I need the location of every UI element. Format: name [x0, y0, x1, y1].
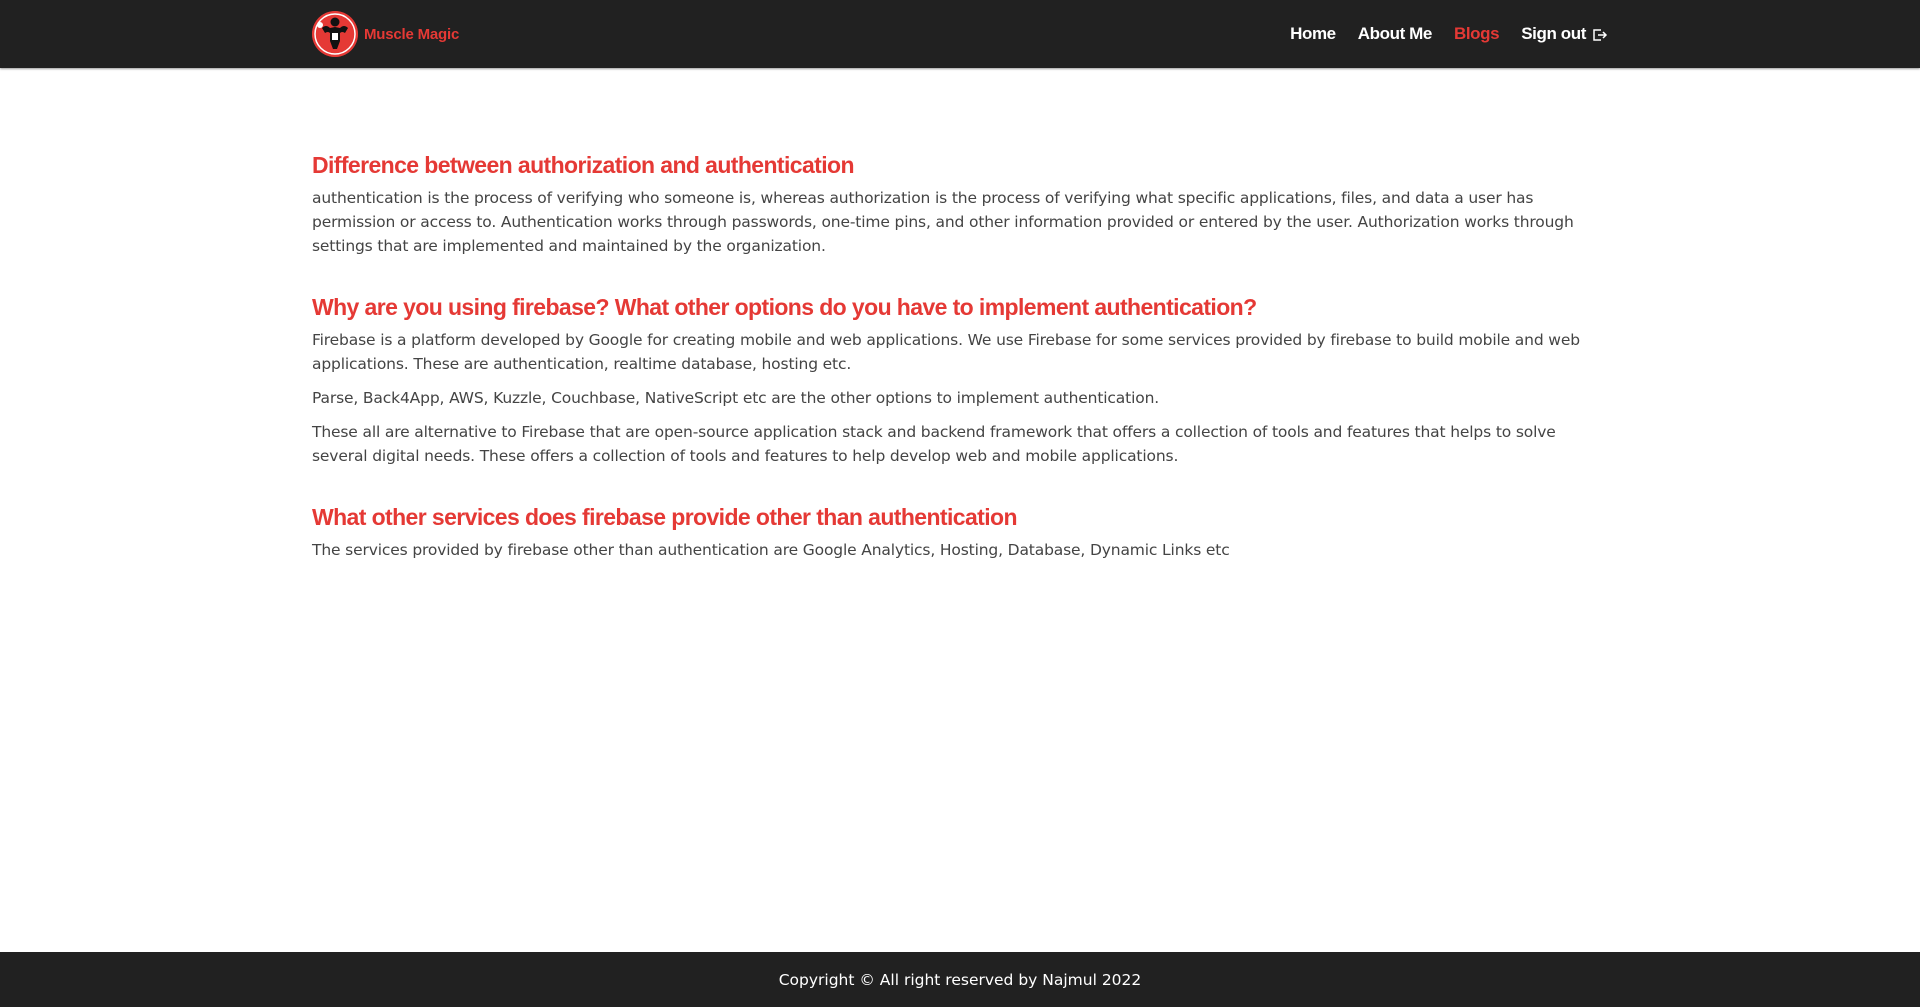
section-paragraph: Parse, Back4App, AWS, Kuzzle, Couchbase,…: [312, 389, 1160, 407]
brand-link[interactable]: Muscle Magic: [312, 11, 459, 57]
nav-blogs-link[interactable]: Blogs: [1454, 24, 1500, 44]
blog-section: Difference between authorization and aut…: [312, 150, 1608, 258]
blog-content: Difference between authorization and aut…: [312, 150, 1608, 596]
brand-name: Muscle Magic: [364, 25, 460, 43]
section-paragraph: authentication is the process of verifyi…: [312, 189, 1574, 255]
nav-links: Home About Me Blogs Sign out: [1290, 24, 1608, 44]
bodybuilder-logo-icon: [312, 11, 358, 57]
copyright-text: Copyright © All right reserved by Najmul…: [778, 970, 1142, 989]
section-title: What other services does firebase provid…: [312, 504, 1018, 530]
signout-label: Sign out: [1521, 24, 1586, 43]
nav-signout-link[interactable]: Sign out: [1521, 24, 1608, 44]
section-title: Difference between authorization and aut…: [312, 152, 855, 178]
section-paragraph: Firebase is a platform developed by Goog…: [312, 331, 1580, 373]
nav-home-link[interactable]: Home: [1290, 24, 1336, 44]
section-title: Why are you using firebase? What other o…: [312, 294, 1257, 320]
navbar-inner: Muscle Magic Home About Me Blogs Sign ou…: [312, 0, 1608, 68]
sign-out-icon: [1592, 27, 1608, 41]
section-paragraph: The services provided by firebase other …: [312, 541, 1230, 559]
footer: Copyright © All right reserved by Najmul…: [0, 952, 1920, 1007]
nav-about-link[interactable]: About Me: [1358, 24, 1433, 44]
section-paragraph: These all are alternative to Firebase th…: [312, 423, 1556, 465]
navbar: Muscle Magic Home About Me Blogs Sign ou…: [0, 0, 1920, 68]
blog-section: What other services does firebase provid…: [312, 502, 1608, 562]
blog-section: Why are you using firebase? What other o…: [312, 292, 1608, 468]
